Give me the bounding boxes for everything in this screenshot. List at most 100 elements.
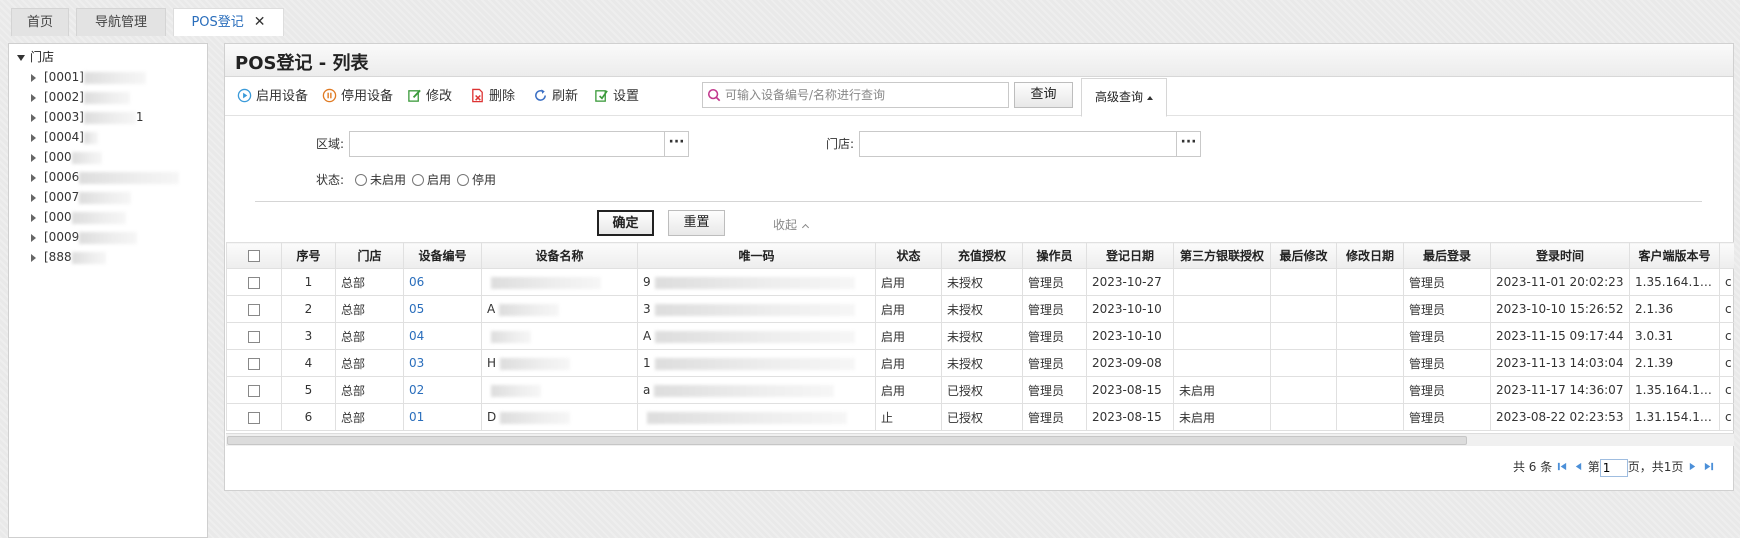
table-cell[interactable]: 03 [403, 349, 482, 377]
caret-right-icon[interactable] [31, 253, 36, 262]
edit-button[interactable]: 修改 [407, 86, 452, 108]
row-select-cell[interactable] [226, 376, 282, 404]
column-header[interactable]: 修改日期 [1336, 242, 1404, 269]
horizontal-scrollbar[interactable] [226, 433, 1734, 446]
table-row[interactable]: 5 总部 02 a 启用 已授权 管理员 2023-08-15 未启用 管理员 2023-11-17… [226, 376, 1734, 404]
search-input[interactable] [725, 86, 1005, 104]
caret-right-icon[interactable] [31, 233, 36, 242]
row-select-cell[interactable] [226, 295, 282, 323]
close-icon[interactable]: ✕ [254, 14, 266, 30]
radio-button[interactable] [412, 174, 424, 186]
table-row[interactable]: 3 总部 04 A 启用 未授权 管理员 2023-10-10 管理员 2023-11-15 09… [226, 322, 1734, 350]
row-checkbox[interactable] [248, 357, 260, 370]
cell-text: D [487, 410, 497, 424]
radio-button[interactable] [355, 174, 367, 186]
column-header[interactable]: 门店 [335, 242, 404, 269]
table-row[interactable]: 6 总部 01 D 止 已授权 管理员 2023-08-15 未启用 管理员 2023-08-22 … [226, 403, 1734, 431]
disable-device-button[interactable]: 停用设备 [322, 86, 393, 108]
table-cell[interactable]: 05 [403, 295, 482, 323]
row-checkbox[interactable] [248, 384, 260, 397]
prev-page-icon[interactable] [1574, 458, 1583, 478]
tree-item[interactable]: [0003] 1 [31, 108, 144, 126]
table-cell: 2023-11-13 14:03:04 [1490, 349, 1630, 377]
caret-down-icon[interactable] [17, 54, 25, 61]
enable-device-button[interactable]: 启用设备 [237, 86, 308, 108]
caret-right-icon[interactable] [31, 153, 36, 162]
delete-button[interactable]: 删除 [470, 86, 515, 108]
column-header[interactable]: 唯一码 [637, 242, 876, 269]
last-page-icon[interactable] [1703, 458, 1714, 478]
caret-right-icon[interactable] [31, 193, 36, 202]
row-select-cell[interactable] [226, 322, 282, 350]
tree-item[interactable]: [0006 [31, 168, 180, 186]
column-header[interactable]: 最后登录 [1403, 242, 1491, 269]
column-header[interactable]: 操作员 [1022, 242, 1087, 269]
row-checkbox[interactable] [248, 330, 260, 343]
table-cell[interactable]: 02 [403, 376, 482, 404]
table-cell[interactable]: 06 [403, 268, 482, 296]
settings-button[interactable]: 设置 [594, 86, 639, 108]
tree-item[interactable]: [0002] [31, 88, 130, 106]
ellipsis-button[interactable]: ··· [1176, 132, 1200, 156]
select-all-checkbox[interactable] [248, 250, 260, 262]
caret-right-icon[interactable] [31, 173, 36, 182]
tree-root[interactable]: 门店 [17, 48, 54, 66]
tree-item[interactable]: [0007 [31, 188, 132, 206]
refresh-button[interactable]: 刷新 [533, 86, 578, 108]
tree-item[interactable]: [0004] [31, 128, 98, 146]
tab-pos-register[interactable]: POS登记 ✕ [173, 8, 284, 36]
radio-button[interactable] [457, 174, 469, 186]
column-header[interactable]: 登记日期 [1086, 242, 1174, 269]
column-header[interactable]: 最后修改 [1270, 242, 1337, 269]
column-header[interactable]: 设备名称 [481, 242, 638, 269]
column-header[interactable]: 登录时间 [1490, 242, 1630, 269]
tab-nav-manage[interactable]: 导航管理 [76, 8, 166, 36]
table-cell: 5 [281, 376, 336, 404]
advanced-query-toggle[interactable]: 高级查询 [1081, 78, 1167, 117]
table-row[interactable]: 1 总部 06 9 启用 未授权 管理员 2023-10-27 管理员 2023-11-01 20… [226, 268, 1734, 296]
table-row[interactable]: 4 总部 03 H 1 启用 未授权 管理员 2023-09-08 管理员 2023-11-13 1… [226, 349, 1734, 377]
status-option-enabled[interactable]: 启用 [412, 170, 451, 190]
tree-item[interactable]: [0009 [31, 228, 138, 246]
status-option-inactive[interactable]: 未启用 [355, 170, 406, 190]
query-button[interactable]: 查询 [1014, 82, 1073, 108]
ellipsis-button[interactable]: ··· [664, 132, 688, 156]
tree-item[interactable]: [888 [31, 248, 106, 266]
column-header[interactable]: 序号 [281, 242, 336, 269]
scrollbar-thumb[interactable] [227, 436, 1467, 445]
tree-item[interactable]: [0001] [31, 68, 146, 86]
row-checkbox[interactable] [248, 276, 260, 289]
column-header[interactable]: 第三方银联授权 [1173, 242, 1271, 269]
table-cell[interactable]: 04 [403, 322, 482, 350]
table-cell[interactable]: 01 [403, 403, 482, 431]
tree-item-label: [0001] [44, 70, 84, 84]
row-select-cell[interactable] [226, 349, 282, 377]
caret-right-icon[interactable] [31, 93, 36, 102]
row-select-cell[interactable] [226, 403, 282, 431]
page-number-input[interactable] [1599, 458, 1628, 477]
caret-right-icon[interactable] [31, 133, 36, 142]
column-header[interactable]: 客户端版本号 [1629, 242, 1720, 269]
select-all-cell[interactable] [226, 242, 282, 269]
caret-right-icon[interactable] [31, 113, 36, 122]
reset-button[interactable]: 重置 [668, 210, 725, 236]
table-row[interactable]: 2 总部 05 A 3 启用 未授权 管理员 2023-10-10 管理员 2023-10-10 1… [226, 295, 1734, 323]
row-checkbox[interactable] [248, 411, 260, 424]
confirm-button[interactable]: 确定 [597, 210, 654, 236]
first-page-icon[interactable] [1557, 458, 1568, 478]
store-field[interactable]: ··· [859, 131, 1201, 157]
status-option-disabled[interactable]: 停用 [457, 170, 496, 190]
caret-right-icon[interactable] [31, 213, 36, 222]
column-header[interactable]: 状态 [875, 242, 942, 269]
tab-home[interactable]: 首页 [11, 8, 69, 36]
row-select-cell[interactable] [226, 268, 282, 296]
column-header[interactable]: 设备编号 [403, 242, 482, 269]
next-page-icon[interactable] [1688, 458, 1697, 478]
tree-item[interactable]: [000 [31, 208, 126, 226]
tree-item[interactable]: [000 [31, 148, 102, 166]
row-checkbox[interactable] [248, 303, 260, 316]
region-field[interactable]: ··· [349, 131, 689, 157]
column-header[interactable]: 充值授权 [941, 242, 1023, 269]
collapse-link[interactable]: 收起 [773, 216, 810, 233]
caret-right-icon[interactable] [31, 73, 36, 82]
